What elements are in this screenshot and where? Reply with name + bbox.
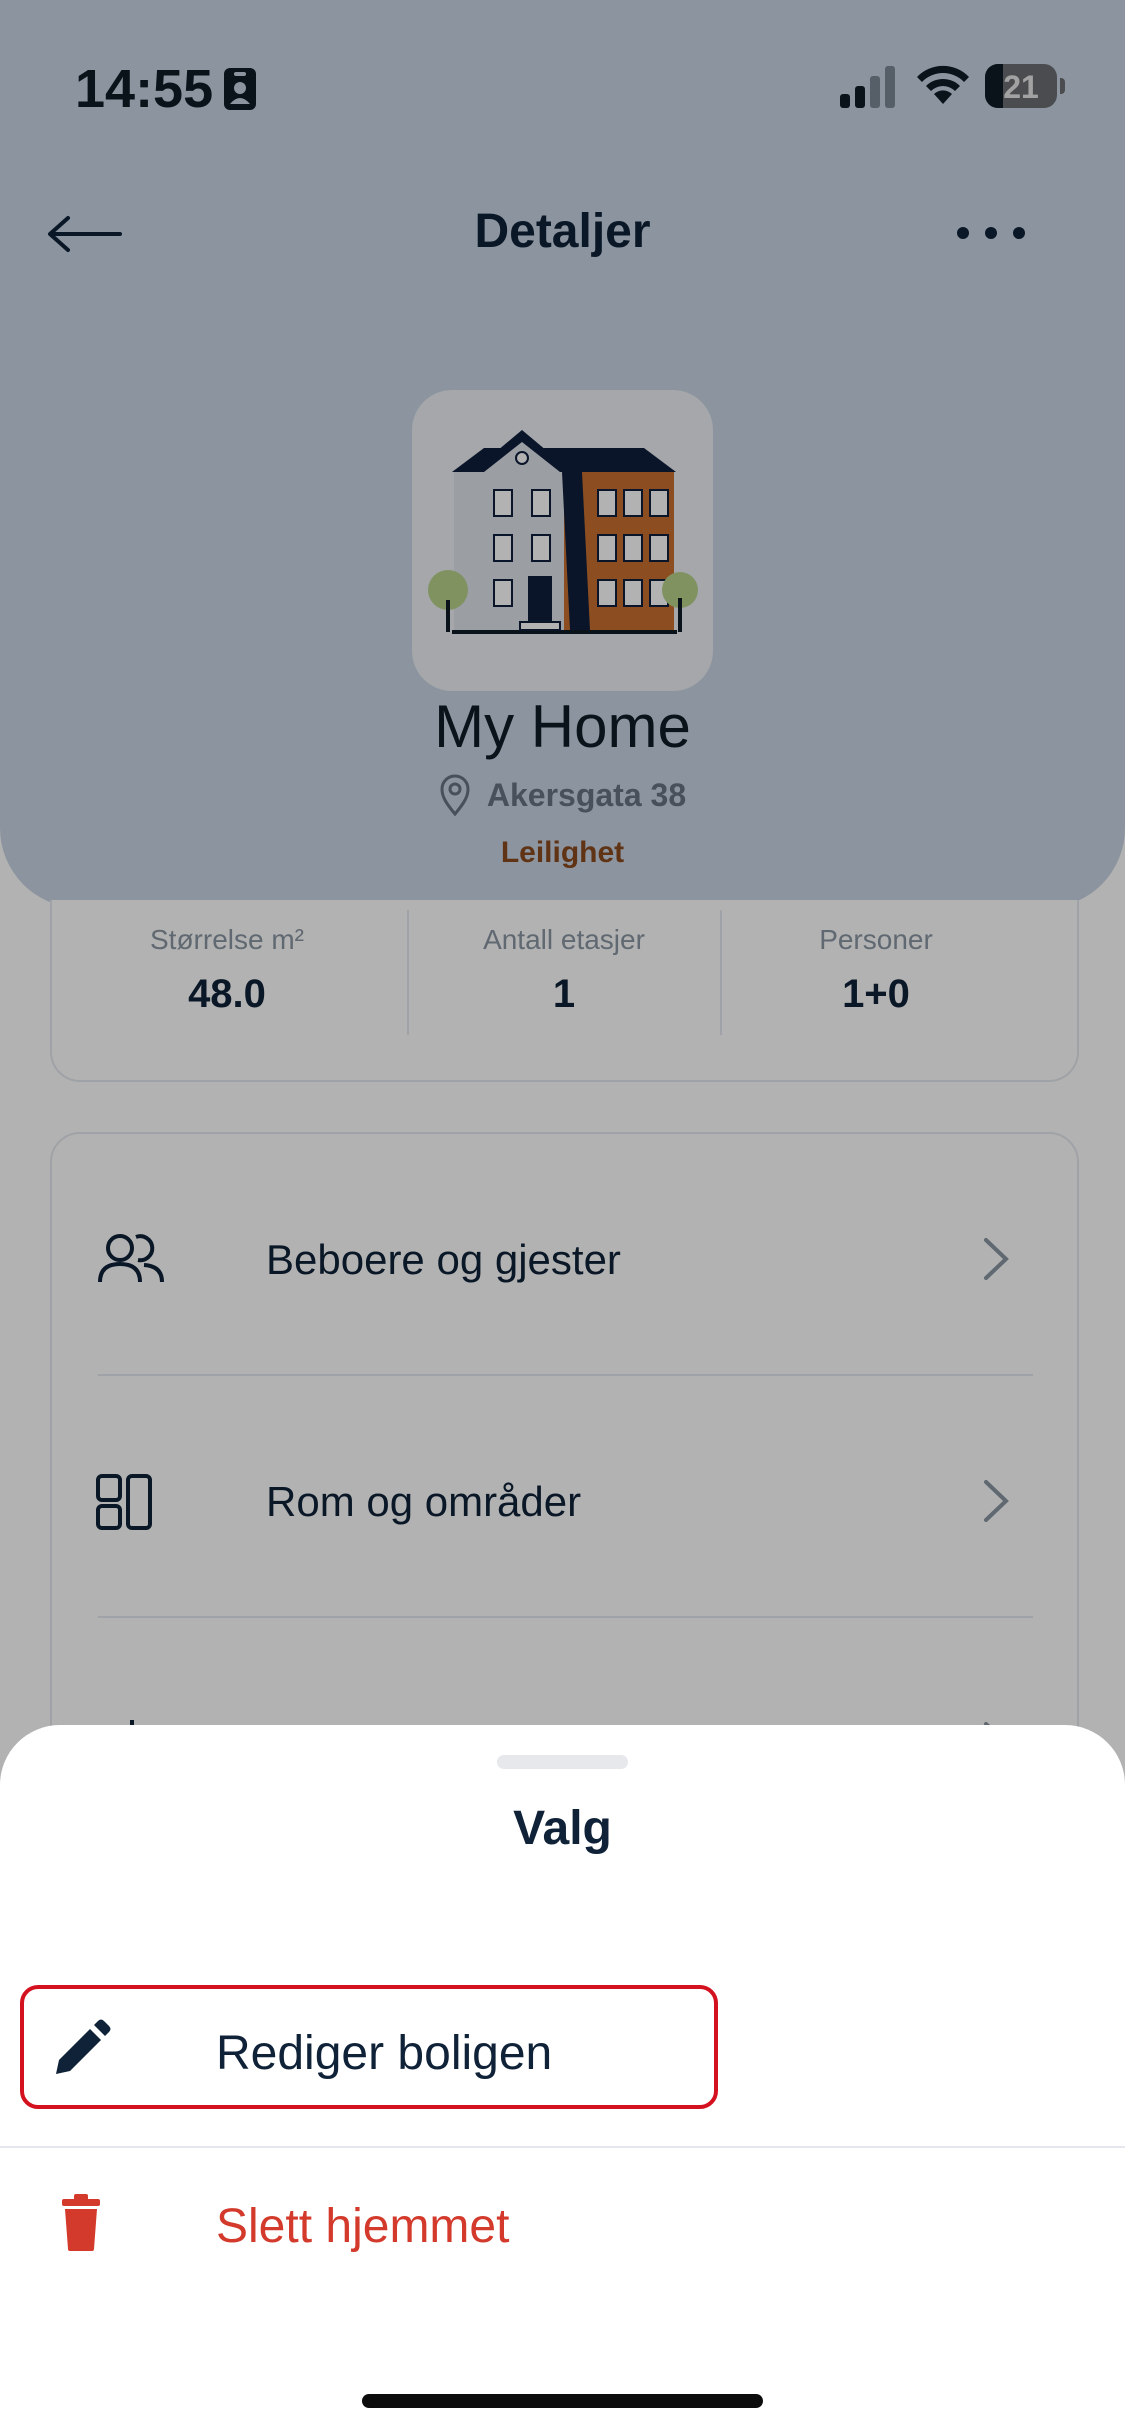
- delete-home-option[interactable]: Slett hjemmet: [0, 2155, 1125, 2285]
- sheet-divider: [0, 2146, 1125, 2148]
- home-details-screen: 14:55 21 Detaljer My Home Akersgata 38 L…: [0, 0, 1125, 2436]
- options-bottom-sheet: Valg Rediger boligen Slett hjemmet: [0, 1725, 1125, 2436]
- sheet-title: Valg: [513, 1802, 612, 1855]
- sheet-grabber[interactable]: [497, 1755, 628, 1769]
- home-indicator[interactable]: [362, 2394, 763, 2408]
- selection-highlight: [20, 1985, 718, 2109]
- trash-icon: [62, 2194, 100, 2251]
- delete-home-label: Slett hjemmet: [216, 2200, 510, 2253]
